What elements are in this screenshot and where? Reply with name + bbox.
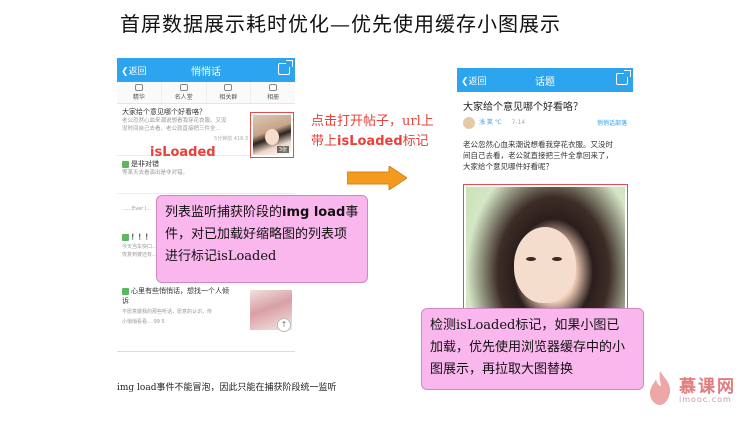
- list-nav-bar: ❮返回 悄悄话: [117, 58, 295, 82]
- list-row-text: 小悄悄看看… 99 5: [122, 319, 165, 325]
- tab-related-groups[interactable]: 相关群: [207, 82, 252, 103]
- isloaded-label: isLoaded: [150, 145, 216, 160]
- face-shape: [514, 227, 576, 303]
- album-icon: [269, 84, 278, 91]
- share-icon[interactable]: [616, 70, 631, 85]
- list-item[interactable]: 是非对错 等某天去看演出是非对错。: [117, 156, 295, 194]
- logo-name: 慕课网: [679, 377, 736, 397]
- people-icon: [179, 84, 188, 91]
- post-excerpt: 等某天去看演出是非对错。: [122, 170, 189, 176]
- cache-check-note: 检测isLoaded标记，如果小图已 加载，优先使用浏览器缓存中的小 图展示，再…: [421, 308, 644, 390]
- author-name[interactable]: 浅 笑 ℃: [479, 119, 502, 126]
- eye-shape: [552, 257, 562, 261]
- group-icon: [224, 84, 233, 91]
- tab-album[interactable]: 相册: [251, 82, 295, 103]
- tab-hall-of-fame[interactable]: 名人堂: [162, 82, 207, 103]
- forum-tabs: 精华 名人堂 相关群 相册: [117, 82, 295, 104]
- logo-domain: imooc.com: [679, 395, 732, 404]
- list-row-text: 心里有些悄悄话，想找一个人倾: [117, 286, 252, 296]
- face-shape: [265, 129, 279, 145]
- capture-listener-note: 列表监听捕获阶段的img load事 件，对已加载好缩略图的列表项 进行标记is…: [156, 195, 368, 283]
- footnote: img load事件不能冒泡，因此只能在捕获阶段统一监听: [117, 383, 337, 393]
- scroll-top-button[interactable]: ↑: [277, 318, 291, 332]
- list-row-text: 不愿意做我的那些听话，愿意的认识，传: [122, 309, 213, 315]
- avatar[interactable]: [463, 117, 475, 129]
- post-time: 7-14: [511, 119, 526, 126]
- open-post-annotation: 点击打开帖子，url上 带上isLoaded标记: [311, 114, 434, 149]
- flame-icon: [650, 371, 671, 405]
- tag-icon: [122, 160, 129, 168]
- list-row-text: 诉: [122, 297, 129, 305]
- post-title: 是非对错: [122, 159, 290, 169]
- post-body: 老公忽然心血来潮说想看我穿花衣服。又没时 间自己去看，老公就直接把三件全拿回来了…: [463, 140, 613, 171]
- tag-icon: [122, 287, 129, 295]
- list-page-title: 悄悄话: [191, 67, 221, 78]
- share-icon[interactable]: [278, 60, 293, 75]
- arrow-right-icon: [347, 166, 407, 190]
- section-link[interactable]: 悄悄话部落: [597, 118, 627, 127]
- imooc-logo: 慕课网 imooc.com: [645, 368, 745, 410]
- gem-icon: [134, 84, 143, 91]
- thumbnail-photo: 3张: [253, 115, 291, 155]
- detail-page-title: 话题: [535, 77, 555, 88]
- tab-featured[interactable]: 精华: [117, 82, 162, 103]
- eye-shape: [526, 257, 536, 261]
- post-thumbnail[interactable]: 3张: [250, 112, 294, 158]
- author-row: 浅 笑 ℃ 7-14 悄悄话部落: [457, 117, 633, 131]
- slide-title: 首屏数据展示耗时优化—优先使用缓存小图展示: [120, 12, 561, 36]
- photo-count-badge: 3张: [276, 146, 289, 153]
- tag-icon: [122, 233, 129, 241]
- post-title: 大家给个意见哪个好看咯？: [463, 102, 583, 113]
- detail-nav-bar: ❮返回 话题: [457, 68, 633, 92]
